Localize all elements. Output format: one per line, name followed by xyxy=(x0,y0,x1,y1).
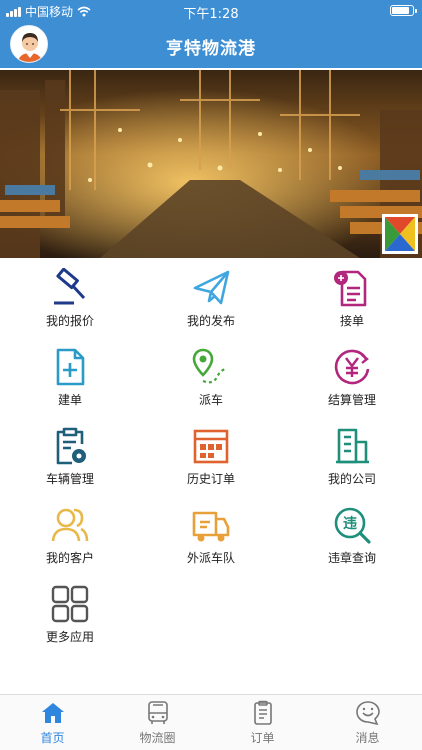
menu-item-label: 我的发布 xyxy=(186,314,235,328)
more-apps-grid-icon xyxy=(51,585,89,623)
battery-level xyxy=(392,7,409,14)
status-time: 下午1:28 xyxy=(183,7,239,22)
menu-item-violation-query[interactable]: 违 违章查询 xyxy=(282,499,422,577)
menu-item-label: 外派车队 xyxy=(186,551,235,565)
fleet-truck-icon xyxy=(192,511,230,542)
menu-item-label: 派车 xyxy=(198,393,223,407)
tab-label: 订单 xyxy=(250,731,275,745)
menu-item-label: 结算管理 xyxy=(327,393,376,407)
menu-item-order-history[interactable]: 历史订单 xyxy=(141,420,281,498)
menu-item-label: 更多应用 xyxy=(45,630,94,644)
menu-item-label: 违章查询 xyxy=(327,551,376,565)
page-title: 亨特物流港 xyxy=(166,39,256,59)
bus-icon xyxy=(148,701,168,724)
tab-messages[interactable]: 消息 xyxy=(315,695,420,750)
menu-item-external-fleet[interactable]: 外派车队 xyxy=(141,499,281,577)
tab-logistics-circle[interactable]: 物流圈 xyxy=(105,695,210,750)
menu-item-vehicle-management[interactable]: 车辆管理 xyxy=(0,420,140,498)
menu-item-dispatch[interactable]: 派车 xyxy=(141,341,281,419)
logo-badge-icon xyxy=(382,214,418,254)
tab-label: 物流圈 xyxy=(139,731,176,745)
tab-home[interactable]: 首页 xyxy=(0,695,105,750)
clipboard-list-icon xyxy=(254,700,272,725)
menu-item-my-posts[interactable]: 我的发布 xyxy=(141,262,281,340)
accept-order-document-icon xyxy=(334,270,367,307)
bottom-tab-bar: 首页 物流圈 订单 消息 xyxy=(0,694,422,750)
vehicle-clipboard-gear-icon xyxy=(56,427,86,465)
menu-item-more-apps[interactable]: 更多应用 xyxy=(0,578,140,656)
banner-image[interactable] xyxy=(0,70,422,258)
menu-item-label: 历史订单 xyxy=(186,472,235,486)
smiley-chat-icon xyxy=(356,701,380,726)
history-orders-calendar-icon xyxy=(193,429,229,464)
menu-item-accept-orders[interactable]: 接单 xyxy=(282,262,422,340)
nav-bar: 亨特物流港 xyxy=(0,22,422,68)
svg-text:违: 违 xyxy=(343,515,357,532)
tab-label: 首页 xyxy=(40,731,65,745)
settlement-yen-icon xyxy=(334,349,370,385)
menu-item-label: 我的报价 xyxy=(45,314,94,328)
company-building-icon xyxy=(336,428,369,464)
paper-plane-icon xyxy=(193,270,230,305)
menu-item-my-customers[interactable]: 我的客户 xyxy=(0,499,140,577)
create-document-icon xyxy=(56,348,85,386)
menu-item-label: 建单 xyxy=(57,393,82,407)
customers-people-icon xyxy=(51,508,89,542)
menu-item-label: 我的公司 xyxy=(327,472,376,486)
menu-item-my-company[interactable]: 我的公司 xyxy=(282,420,422,498)
menu-item-my-quotes[interactable]: 我的报价 xyxy=(0,262,140,340)
dispatch-route-pin-icon xyxy=(192,348,228,384)
menu-item-label: 车辆管理 xyxy=(45,472,94,486)
violation-search-icon: 违 xyxy=(334,507,371,544)
tab-orders[interactable]: 订单 xyxy=(210,695,315,750)
tab-label: 消息 xyxy=(355,731,380,745)
menu-item-settlement[interactable]: 结算管理 xyxy=(282,341,422,419)
menu-item-label: 接单 xyxy=(339,314,364,328)
auction-hammer-icon xyxy=(54,268,86,305)
home-icon xyxy=(42,703,64,723)
menu-item-label: 我的客户 xyxy=(45,551,94,565)
menu-item-create-order[interactable]: 建单 xyxy=(0,341,140,419)
status-bar: 中国移动 下午1:28 xyxy=(0,0,422,22)
battery-icon xyxy=(390,5,417,16)
